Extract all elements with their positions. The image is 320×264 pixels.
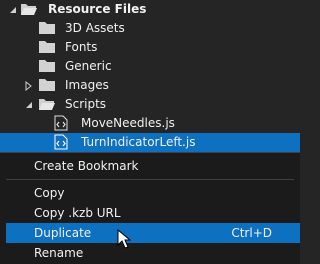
menu-item-label: Create Bookmark bbox=[34, 159, 139, 173]
menu-separator bbox=[6, 179, 294, 180]
menu-item-label: Copy bbox=[34, 186, 65, 200]
tree-item-label: Scripts bbox=[65, 97, 107, 111]
tree-item-fonts[interactable]: Fonts bbox=[0, 38, 300, 57]
tree-item-resource-files[interactable]: Resource Files bbox=[0, 0, 300, 19]
shortcut-label: Ctrl+D bbox=[231, 226, 272, 240]
tree-item-label: MoveNeedles.js bbox=[81, 116, 175, 130]
folder-icon bbox=[39, 41, 55, 53]
tree-item-moveneedles-js[interactable]: MoveNeedles.js bbox=[0, 114, 300, 133]
tree-item-label: Fonts bbox=[65, 40, 98, 54]
menu-item-label: Copy .kzb URL bbox=[34, 206, 121, 220]
folder-open-icon bbox=[21, 4, 37, 15]
folder-open-icon bbox=[39, 99, 55, 110]
menu-item-label: Rename bbox=[34, 246, 84, 260]
script-file-icon bbox=[54, 115, 68, 131]
mouse-cursor-icon bbox=[117, 229, 131, 249]
tree-item-turnindicatorleft-js[interactable]: TurnIndicatorLeft.js bbox=[0, 133, 300, 152]
folder-icon bbox=[39, 22, 55, 34]
tree-item-scripts[interactable]: Scripts bbox=[0, 95, 300, 114]
tree-item-images[interactable]: Images bbox=[0, 76, 300, 95]
expanded-arrow-icon[interactable] bbox=[24, 100, 34, 110]
tree-item-label: Images bbox=[65, 78, 109, 92]
folder-icon bbox=[39, 79, 55, 91]
expanded-arrow-icon[interactable] bbox=[8, 5, 18, 15]
tree-item-label: Resource Files bbox=[48, 2, 147, 16]
tree-item-generic[interactable]: Generic bbox=[0, 57, 300, 76]
menu-item-duplicate[interactable]: Duplicate Ctrl+D bbox=[6, 223, 300, 243]
menu-item-rename[interactable]: Rename bbox=[0, 243, 300, 263]
menu-item-label: Duplicate bbox=[34, 226, 92, 240]
tree-item-label: 3D Assets bbox=[65, 21, 125, 35]
tree-item-label: Generic bbox=[65, 59, 112, 73]
menu-item-copy[interactable]: Copy bbox=[0, 183, 300, 203]
context-menu: Create Bookmark Copy Copy .kzb URL Dupli… bbox=[0, 152, 300, 264]
folder-icon bbox=[39, 60, 55, 72]
tree-item-label: TurnIndicatorLeft.js bbox=[81, 135, 196, 149]
menu-item-create-bookmark[interactable]: Create Bookmark bbox=[0, 156, 300, 176]
tree-item-3d-assets[interactable]: 3D Assets bbox=[0, 19, 300, 38]
menu-item-copy-kzb-url[interactable]: Copy .kzb URL bbox=[0, 203, 300, 223]
script-file-icon bbox=[54, 134, 68, 150]
collapsed-arrow-icon[interactable] bbox=[24, 81, 34, 91]
